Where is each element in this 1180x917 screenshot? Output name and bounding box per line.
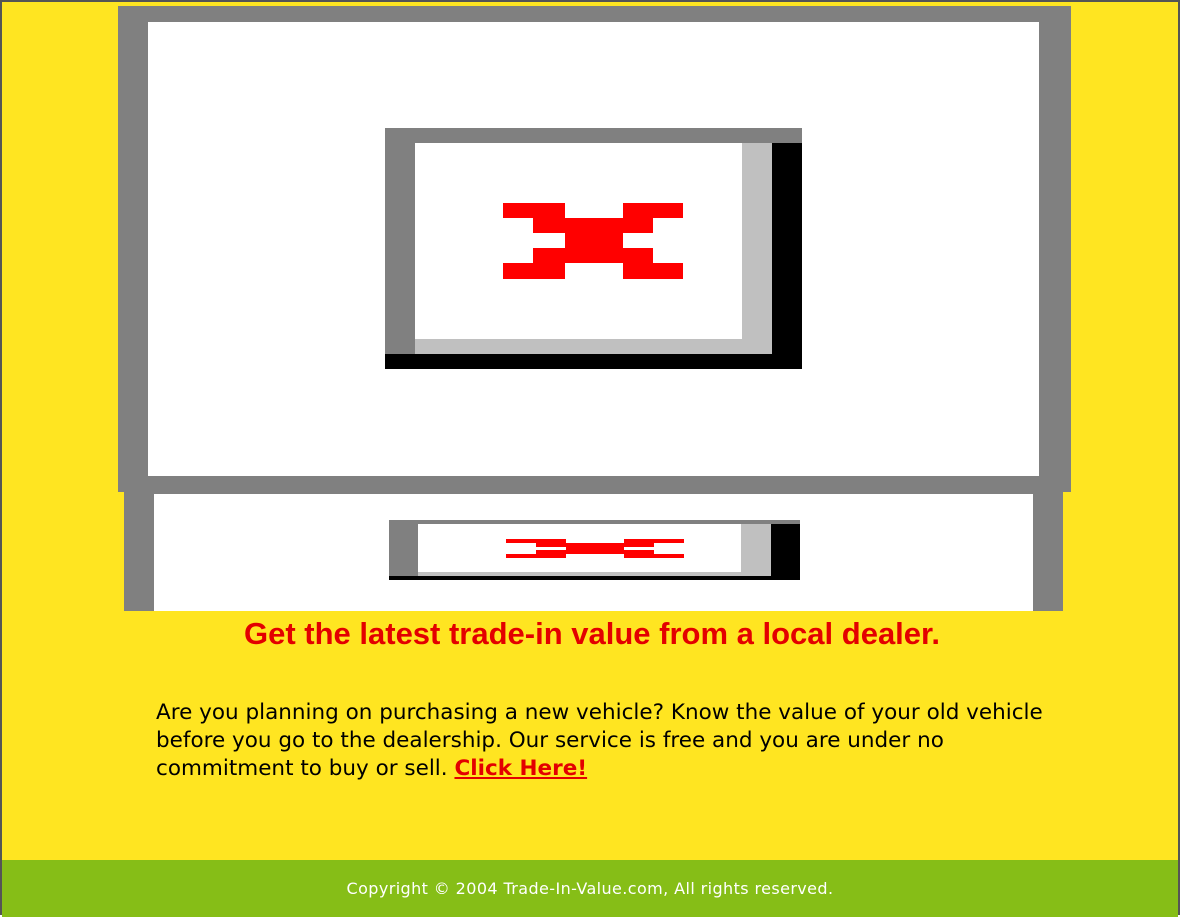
- main-banner-image[interactable]: [118, 6, 1071, 492]
- page: Get the latest trade-in value from a loc…: [0, 0, 1180, 917]
- broken-image-icon: [385, 128, 802, 369]
- secondary-banner-canvas: [154, 494, 1033, 611]
- broken-x-glyph: [503, 203, 683, 279]
- copyright-text: Copyright © 2004 Trade-In-Value.com, All…: [346, 879, 834, 898]
- secondary-banner-image[interactable]: [124, 490, 1063, 611]
- footer: Copyright © 2004 Trade-In-Value.com, All…: [2, 860, 1178, 917]
- broken-x-glyph: [506, 539, 684, 558]
- click-here-link[interactable]: Click Here!: [454, 756, 587, 781]
- intro-text: Are you planning on purchasing a new veh…: [156, 700, 1043, 781]
- broken-image-icon: [389, 520, 800, 580]
- headline: Get the latest trade-in value from a loc…: [243, 616, 941, 651]
- main-banner-canvas: [148, 22, 1039, 476]
- intro-paragraph: Are you planning on purchasing a new veh…: [156, 699, 1056, 783]
